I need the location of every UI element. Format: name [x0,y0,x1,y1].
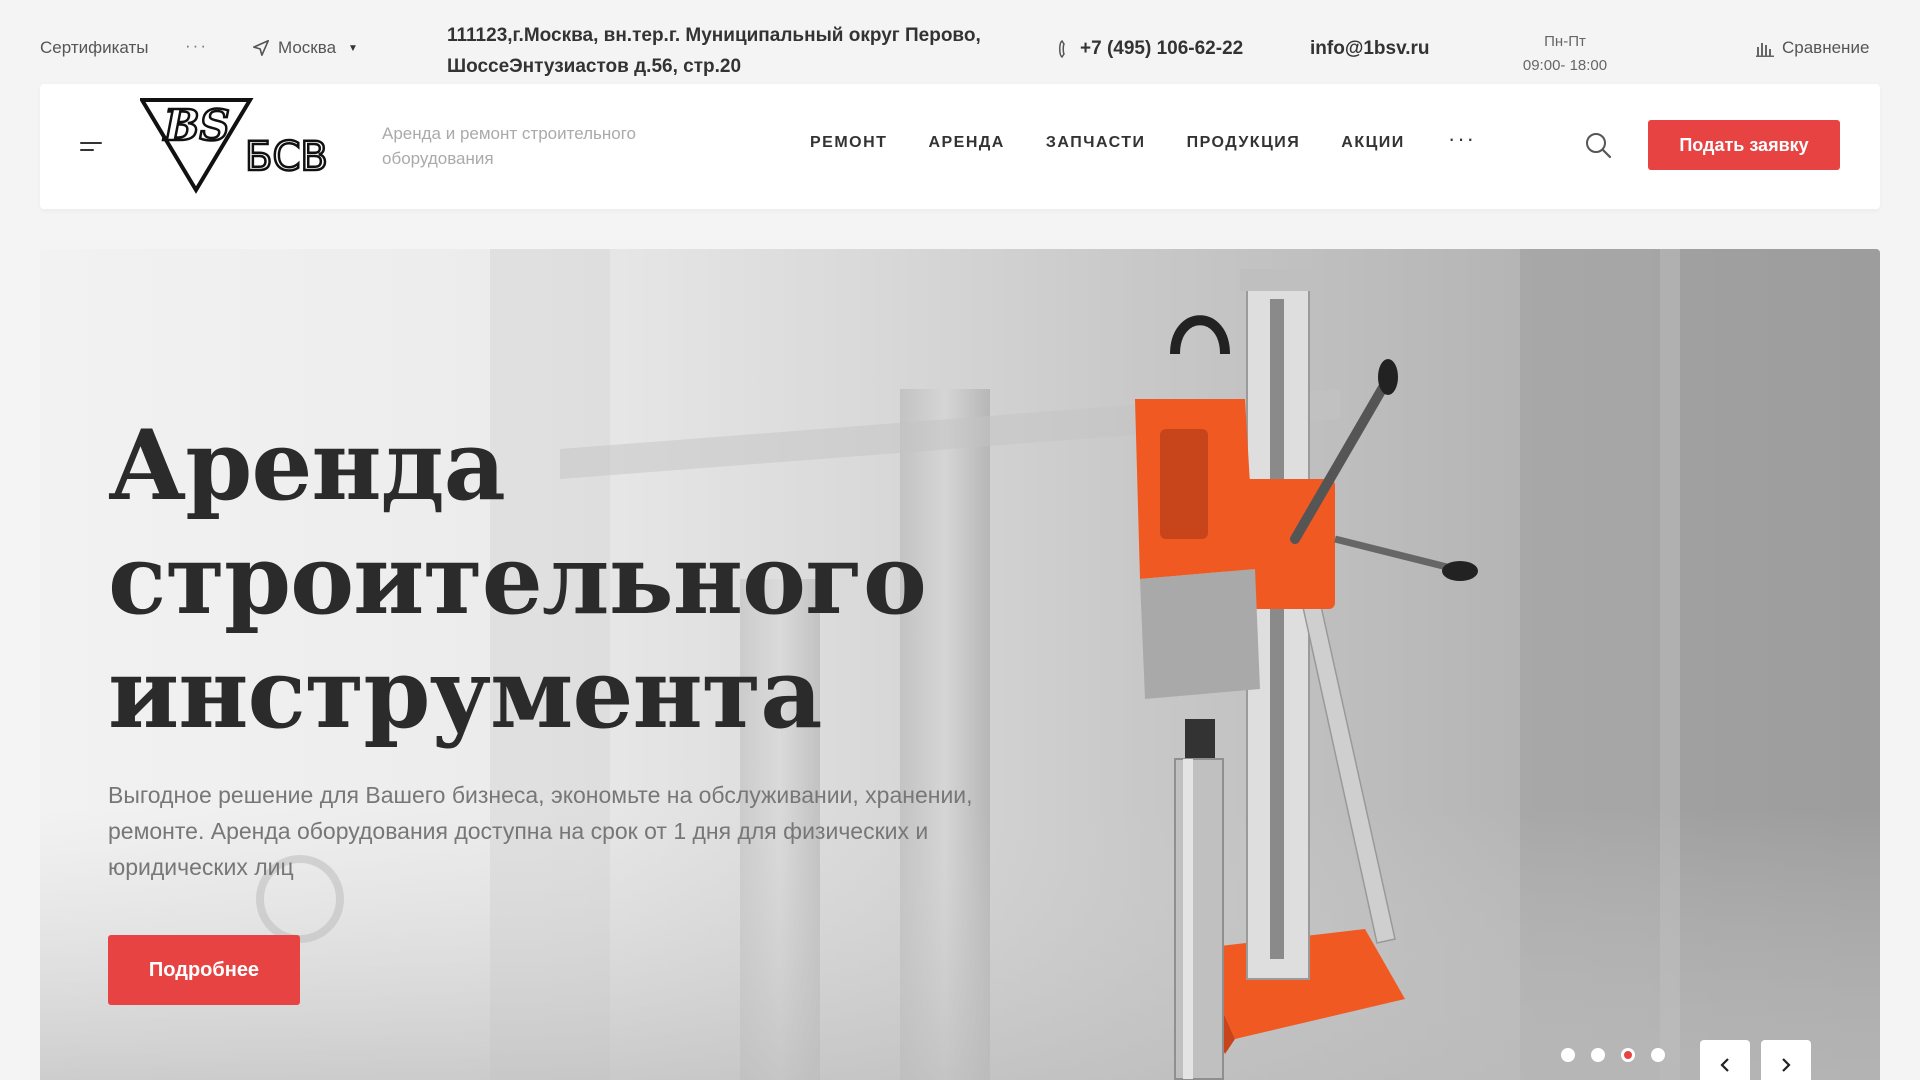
phone-number: +7 (495) 106-62-22 [1080,38,1244,59]
top-bar: Сертификаты ··· Москва ▼ 111123,г.Москва… [0,0,1920,84]
phone-icon [1059,40,1065,58]
hero-title: Аренда строительного инструмента [108,409,927,750]
core-drill-rig-image [1135,269,1478,1080]
email-label: info@1bsv.ru [1310,38,1430,59]
nav-item-products[interactable]: ПРОДУКЦИЯ [1187,134,1301,152]
hours-days: Пн-Пт [1544,33,1586,50]
topbar-more-button[interactable]: ··· [185,36,208,56]
logo-mark-text: BS [163,101,230,150]
slider-next-button[interactable] [1761,1040,1811,1080]
chevron-left-icon [1720,1058,1729,1072]
submit-request-button[interactable]: Подать заявку [1648,120,1840,170]
main-header: BS БСВ Аренда и ремонт строительного обо… [40,84,1880,209]
address-text: 111123,г.Москва, вн.тер.г. Муниципальный… [447,25,981,77]
menu-icon[interactable] [80,139,102,153]
slider-dot[interactable] [1651,1048,1665,1062]
slider-dot-active[interactable] [1621,1048,1635,1062]
email-link[interactable]: info@1bsv.ru [1310,38,1430,60]
search-icon[interactable] [1583,130,1613,160]
hero-slider: Аренда строительного инструмента Выгодно… [40,249,1880,1080]
city-selector[interactable]: Москва ▼ [252,38,358,58]
phone-link[interactable]: +7 (495) 106-62-22 [1058,38,1243,60]
location-arrow-icon [252,39,270,57]
hero-subtitle: Выгодное решение для Вашего бизнеса, эко… [108,782,973,880]
header-tagline: Аренда и ремонт строительного оборудован… [382,124,636,168]
working-hours: Пн-Пт 09:00- 18:00 [1520,30,1610,78]
certificates-link[interactable]: Сертификаты [40,38,148,58]
nav-item-promotions[interactable]: АКЦИИ [1341,134,1405,152]
more-details-button[interactable]: Подробнее [108,935,300,1005]
nav-item-repair[interactable]: РЕМОНТ [810,134,887,152]
compare-link[interactable]: Сравнение [1756,38,1869,58]
slider-prev-button[interactable] [1700,1040,1750,1080]
certificates-label: Сертификаты [40,38,149,57]
city-label: Москва [278,38,337,57]
nav-item-parts[interactable]: ЗАПЧАСТИ [1046,134,1146,152]
nav-item-rent[interactable]: АРЕНДА [928,134,1004,152]
bar-chart-icon [1756,43,1774,57]
chevron-down-icon: ▼ [348,42,358,54]
slider-dot[interactable] [1591,1048,1605,1062]
slider-pagination [1561,1048,1665,1062]
chevron-right-icon [1782,1058,1791,1072]
company-logo[interactable]: BS БСВ [140,98,335,194]
nav-more-button[interactable]: ··· [1448,126,1476,152]
slider-dot[interactable] [1561,1048,1575,1062]
hours-time: 09:00- 18:00 [1522,57,1608,74]
logo-text: БСВ [245,134,328,180]
main-nav: РЕМОНТ АРЕНДА ЗАПЧАСТИ ПРОДУКЦИЯ АКЦИИ [810,134,1405,152]
compare-label: Сравнение [1782,38,1870,57]
